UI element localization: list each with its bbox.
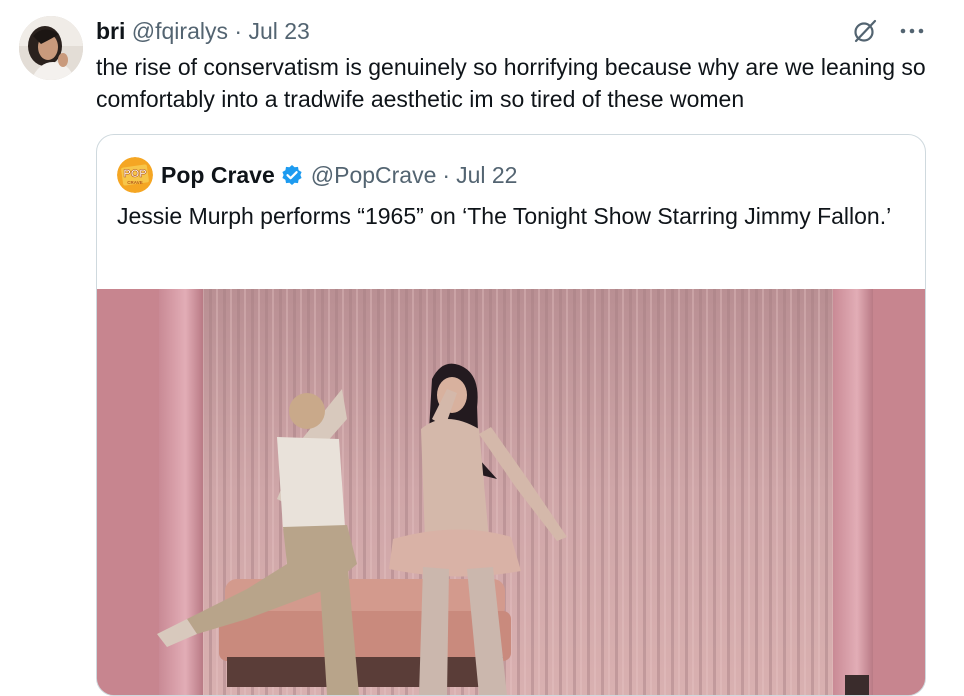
- separator-dot: ·: [442, 162, 451, 188]
- tweet-text: the rise of conservatism is genuinely so…: [96, 54, 926, 112]
- quoted-tweet-media[interactable]: [97, 289, 925, 695]
- separator-dot: ·: [234, 18, 243, 44]
- popcrave-logo-top: POP: [123, 168, 146, 180]
- author-avatar[interactable]: [19, 16, 83, 80]
- more-icon[interactable]: [900, 27, 924, 35]
- quoted-author-name[interactable]: Pop Crave: [161, 159, 275, 191]
- post-date[interactable]: Jul 23: [248, 18, 309, 44]
- tweet[interactable]: bri @fqiralys · Jul 23 the rise of conse…: [0, 0, 964, 696]
- author-handle[interactable]: @fqiralys: [132, 18, 228, 44]
- grok-icon[interactable]: [852, 18, 878, 44]
- popcrave-logo-bottom: CRAVE: [127, 180, 142, 185]
- author-name[interactable]: bri: [96, 18, 125, 44]
- quoted-post-date[interactable]: Jul 22: [456, 159, 517, 191]
- quoted-author-handle[interactable]: @PopCrave: [311, 159, 437, 191]
- quoted-tweet-header: POP CRAVE Pop Crave @PopCrave · Jul 22: [117, 157, 517, 193]
- verified-badge-icon: [281, 164, 303, 186]
- quoted-tweet-text: Jessie Murph performs “1965” on ‘The Ton…: [117, 203, 892, 229]
- quoted-tweet[interactable]: POP CRAVE Pop Crave @PopCrave · Jul 22 J…: [96, 134, 926, 696]
- tweet-header: bri @fqiralys · Jul 23: [96, 15, 310, 47]
- tweet-actions: [852, 18, 924, 44]
- quoted-author-avatar[interactable]: POP CRAVE: [117, 157, 153, 193]
